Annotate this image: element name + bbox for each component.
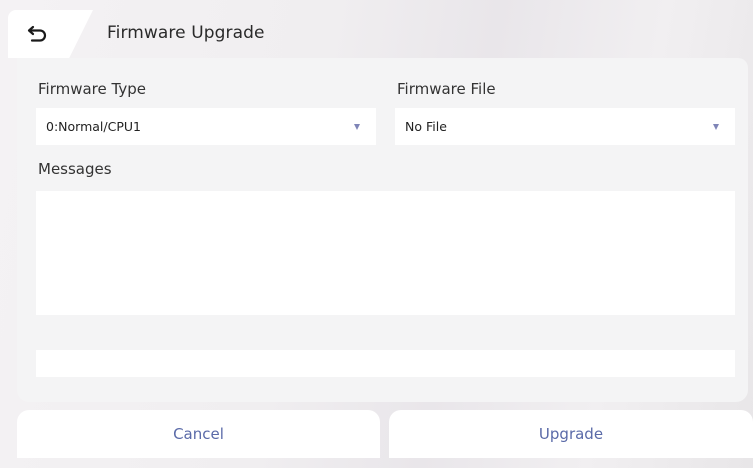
firmware-type-label: Firmware Type (38, 80, 146, 98)
dropdown-arrow-icon (713, 124, 719, 130)
upgrade-button-label: Upgrade (538, 425, 604, 443)
firmware-upgrade-screen: Firmware Upgrade Firmware Type 0:Normal/… (0, 0, 753, 468)
back-arrow-icon (27, 25, 47, 42)
back-tab (8, 10, 93, 58)
cancel-button-label: Cancel (173, 425, 224, 443)
page-title: Firmware Upgrade (107, 23, 265, 43)
dropdown-arrow-icon (354, 124, 360, 130)
messages-label: Messages (38, 160, 112, 178)
header-bar: Firmware Upgrade (8, 10, 753, 58)
firmware-file-value: No File (405, 119, 447, 134)
cancel-button[interactable]: Cancel (17, 410, 380, 458)
progress-bar (36, 350, 735, 377)
firmware-file-label: Firmware File (397, 80, 496, 98)
messages-box[interactable] (36, 191, 735, 315)
firmware-file-select[interactable]: No File (395, 108, 735, 145)
firmware-type-select[interactable]: 0:Normal/CPU1 (36, 108, 376, 145)
firmware-type-value: 0:Normal/CPU1 (46, 119, 141, 134)
upgrade-button[interactable]: Upgrade (389, 410, 753, 458)
back-button[interactable] (27, 23, 49, 45)
